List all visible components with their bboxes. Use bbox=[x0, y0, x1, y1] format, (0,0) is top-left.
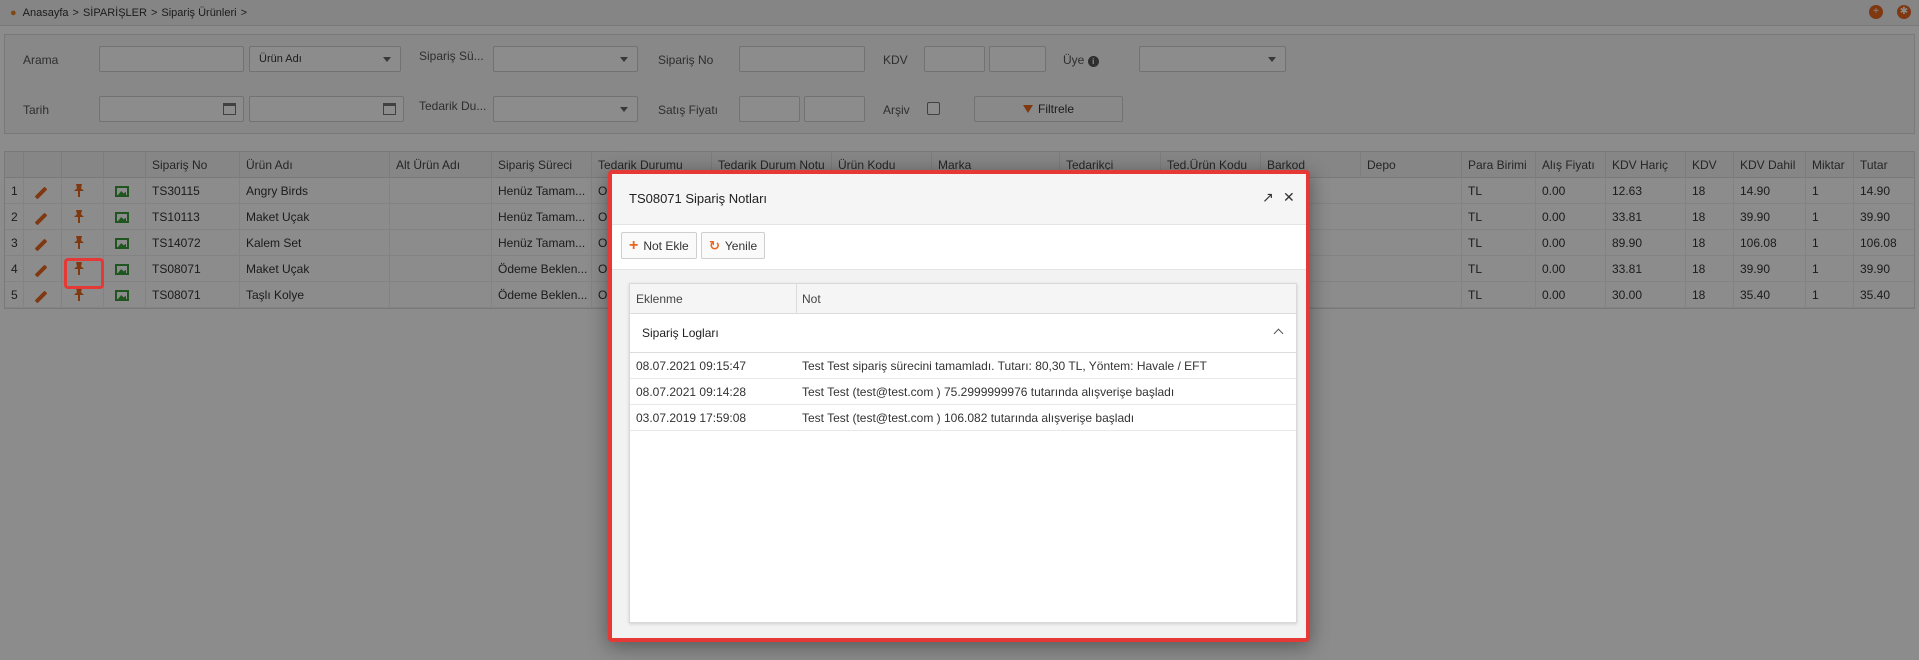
log-note: Test Test (test@test.com ) 75.2999999976… bbox=[802, 385, 1175, 399]
log-date: 03.07.2019 17:59:08 bbox=[636, 411, 747, 425]
log-note: Test Test (test@test.com ) 106.082 tutar… bbox=[802, 411, 1135, 425]
log-date: 08.07.2021 09:15:47 bbox=[636, 359, 747, 373]
notes-grid-header: Eklenme Not bbox=[630, 284, 1296, 314]
dialog-content: Eklenme Not Sipariş Logları 08.07.2021 0… bbox=[612, 270, 1306, 638]
log-note: Test Test sipariş sürecini tamamladı. Tu… bbox=[802, 359, 1207, 373]
add-note-label: Not Ekle bbox=[643, 238, 689, 253]
plus-icon: + bbox=[629, 236, 639, 254]
close-icon[interactable]: ✕ bbox=[1283, 190, 1295, 204]
refresh-button[interactable]: ↻ Yenile bbox=[701, 232, 766, 259]
group-title: Sipariş Logları bbox=[642, 326, 719, 340]
dialog-toolbar: + Not Ekle ↻ Yenile bbox=[612, 225, 1306, 270]
highlight-marker bbox=[64, 258, 104, 289]
log-row[interactable]: 03.07.2019 17:59:08 Test Test (test@test… bbox=[630, 405, 1296, 431]
order-notes-dialog: TS08071 Sipariş Notları ↗ ✕ + Not Ekle ↻… bbox=[608, 170, 1310, 642]
log-date: 08.07.2021 09:14:28 bbox=[636, 385, 747, 399]
expand-icon[interactable]: ↗ bbox=[1262, 190, 1274, 204]
notes-grid: Eklenme Not Sipariş Logları 08.07.2021 0… bbox=[629, 283, 1297, 623]
refresh-icon: ↻ bbox=[709, 238, 720, 253]
add-note-button[interactable]: + Not Ekle bbox=[621, 232, 697, 259]
log-row[interactable]: 08.07.2021 09:15:47 Test Test sipariş sü… bbox=[630, 353, 1296, 379]
log-row[interactable]: 08.07.2021 09:14:28 Test Test (test@test… bbox=[630, 379, 1296, 405]
dialog-title: TS08071 Sipariş Notları bbox=[629, 191, 768, 206]
header-note[interactable]: Not bbox=[796, 284, 821, 314]
group-row-order-logs[interactable]: Sipariş Logları bbox=[630, 314, 1296, 353]
header-added-date[interactable]: Eklenme bbox=[630, 284, 683, 314]
refresh-label: Yenile bbox=[724, 238, 758, 253]
chevron-up-icon[interactable] bbox=[1273, 328, 1284, 339]
dialog-header: TS08071 Sipariş Notları ↗ ✕ bbox=[612, 174, 1306, 225]
